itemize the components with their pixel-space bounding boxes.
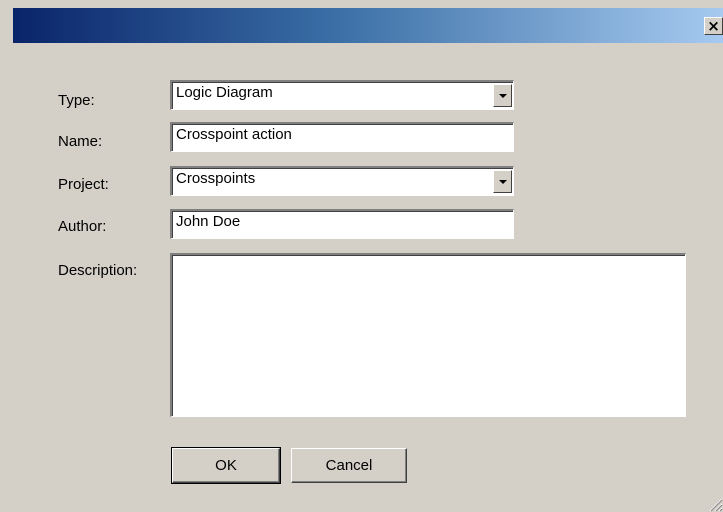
cancel-button[interactable]: Cancel <box>291 448 407 483</box>
description-label: Description: <box>58 262 138 279</box>
author-input-value: John Doe <box>176 213 241 230</box>
chevron-down-icon[interactable] <box>493 170 512 193</box>
dialog-window: × Type: Logic Diagram Name: Crosspoint a… <box>0 0 723 512</box>
chevron-down-icon[interactable] <box>493 84 512 107</box>
type-label: Type: <box>58 92 95 109</box>
name-input-value: Crosspoint action <box>176 126 292 143</box>
name-input[interactable]: Crosspoint action <box>170 122 514 152</box>
type-select-value: Logic Diagram <box>176 84 273 101</box>
title-bar[interactable] <box>13 8 723 43</box>
description-textarea[interactable] <box>170 253 686 417</box>
project-select-value: Crosspoints <box>176 170 256 187</box>
type-select[interactable]: Logic Diagram <box>170 80 514 110</box>
resize-grip-icon[interactable] <box>707 496 723 512</box>
project-select[interactable]: Crosspoints <box>170 166 514 196</box>
project-label: Project: <box>58 176 109 193</box>
author-label: Author: <box>58 218 107 235</box>
close-icon: × <box>707 17 720 35</box>
close-button[interactable]: × <box>704 17 723 35</box>
name-label: Name: <box>58 133 103 150</box>
author-input[interactable]: John Doe <box>170 209 514 239</box>
ok-button[interactable]: OK <box>171 447 281 484</box>
top-edge <box>0 0 723 8</box>
